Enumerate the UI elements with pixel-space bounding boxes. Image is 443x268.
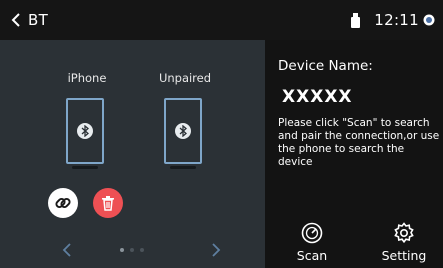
device-card-iphone[interactable]: iPhone — [52, 70, 122, 169]
bluetooth-icon — [175, 123, 191, 139]
page-dot — [140, 248, 144, 252]
back-chevron-icon — [11, 13, 20, 27]
status-area: 12:11 — [351, 9, 435, 31]
device-name-heading: Device Name: — [278, 58, 373, 74]
next-page-button[interactable] — [209, 240, 223, 260]
device-card-unpaired[interactable]: Unpaired — [150, 70, 220, 169]
page-title: BT — [28, 11, 49, 29]
prev-page-button[interactable] — [60, 240, 74, 260]
page-dot-active — [120, 248, 124, 252]
connect-button[interactable] — [48, 188, 78, 218]
setting-label: Setting — [381, 248, 427, 263]
device-name-label: Unpaired — [158, 71, 212, 85]
gear-icon — [394, 222, 414, 244]
device-name-value: XXXXX — [282, 87, 353, 107]
usb-icon — [351, 12, 361, 28]
link-icon — [55, 197, 71, 209]
bluetooth-icon — [77, 123, 93, 139]
phone-bluetooth-icon — [66, 98, 104, 169]
scan-label: Scan — [296, 248, 328, 263]
phone-bluetooth-icon — [164, 98, 202, 169]
chevron-left-icon — [62, 243, 71, 257]
back-button[interactable]: BT — [10, 9, 48, 31]
device-name-label: iPhone — [67, 71, 107, 85]
status-dot-icon — [423, 14, 435, 26]
setting-button[interactable]: Setting — [374, 222, 434, 266]
trash-icon — [102, 196, 114, 211]
chevron-right-icon — [212, 243, 221, 257]
top-bar: BT 12:11 — [0, 0, 443, 40]
clock: 12:11 — [374, 11, 419, 29]
scan-icon — [301, 222, 323, 244]
page-indicator — [120, 248, 144, 252]
pairing-hint: Please click "Scan" to search and pair t… — [278, 117, 440, 168]
scan-button[interactable]: Scan — [282, 222, 342, 266]
delete-button[interactable] — [93, 188, 123, 218]
device-panel — [0, 40, 265, 268]
page-dot — [130, 248, 134, 252]
